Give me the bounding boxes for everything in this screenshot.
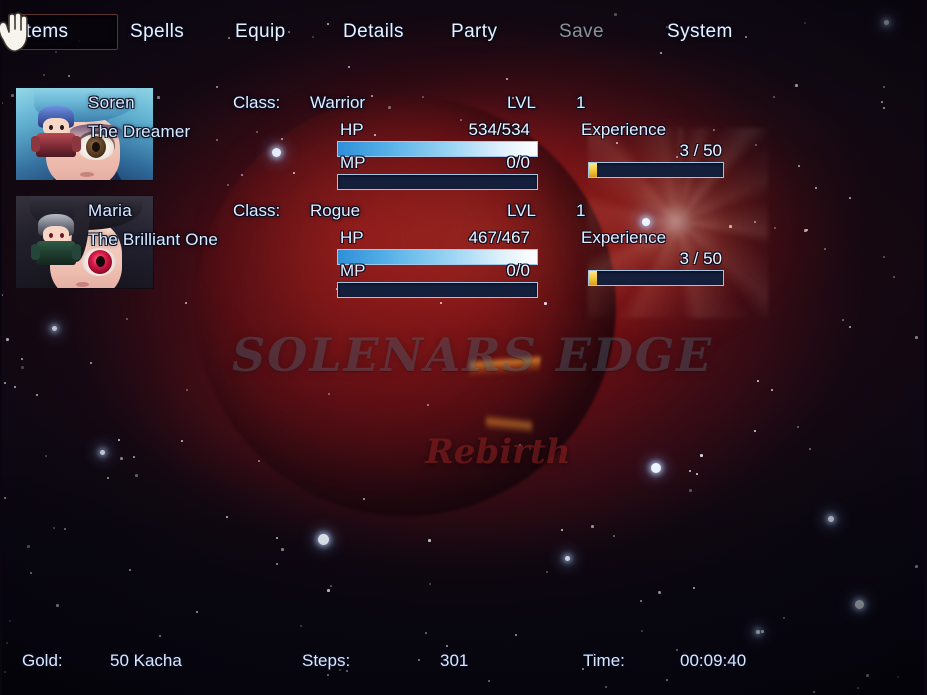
character-name: Maria <box>88 201 133 220</box>
menu-item-equip[interactable]: Equip <box>235 21 286 43</box>
experience-label: Experience <box>581 120 667 139</box>
hp-value: 467/467 <box>468 228 530 247</box>
mp-gauge <box>337 174 538 190</box>
experience-value: 3 / 50 <box>679 249 722 268</box>
gold-value: 50 Kacha <box>110 651 182 670</box>
class-value: Warrior <box>310 93 366 112</box>
main-menu-bar: Items Spells Equip Details Party Save System <box>0 0 927 66</box>
character-title: The Brilliant One <box>88 230 219 249</box>
steps-label: Steps: <box>302 651 351 670</box>
class-label: Class: <box>233 93 281 112</box>
menu-item-save: Save <box>559 21 604 42</box>
hp-value: 534/534 <box>468 120 530 139</box>
mp-gauge <box>337 282 538 298</box>
character-title: The Dreamer <box>88 122 191 141</box>
experience-value: 3 / 50 <box>679 141 722 160</box>
hand-cursor-icon <box>0 12 28 52</box>
experience-gauge <box>588 270 724 286</box>
level-label: LVL <box>507 93 536 112</box>
menu-item-details[interactable]: Details <box>343 21 404 43</box>
mp-value: 0/0 <box>506 261 530 280</box>
steps-value: 301 <box>440 651 469 670</box>
character-sprite-icon <box>30 106 82 162</box>
time-value: 00:09:40 <box>680 651 747 670</box>
gold-label: Gold: <box>22 651 63 670</box>
mp-label: MP <box>340 261 366 280</box>
class-value: Rogue <box>310 201 361 220</box>
experience-label: Experience <box>581 228 667 247</box>
character-sprite-icon <box>30 214 82 270</box>
time-label: Time: <box>583 651 625 670</box>
hp-label: HP <box>340 120 364 139</box>
level-label: LVL <box>507 201 536 220</box>
experience-gauge <box>588 162 724 178</box>
experience-gauge-fill <box>589 163 598 177</box>
mp-value: 0/0 <box>506 153 530 172</box>
level-value: 1 <box>576 201 586 220</box>
level-value: 1 <box>576 93 586 112</box>
experience-gauge-fill <box>589 271 598 285</box>
mp-label: MP <box>340 153 366 172</box>
hp-label: HP <box>340 228 364 247</box>
character-name: Soren <box>88 93 135 112</box>
menu-item-system[interactable]: System <box>667 21 733 43</box>
status-bar: Gold: 50 Kacha Steps: 301 Time: 00:09:40 <box>0 631 927 695</box>
menu-item-party[interactable]: Party <box>451 21 497 43</box>
class-label: Class: <box>233 201 281 220</box>
game-status-menu-screen: SOLENARS EDGE Rebirth Items Spells Equip De… <box>0 0 927 695</box>
menu-item-spells[interactable]: Spells <box>130 21 184 43</box>
